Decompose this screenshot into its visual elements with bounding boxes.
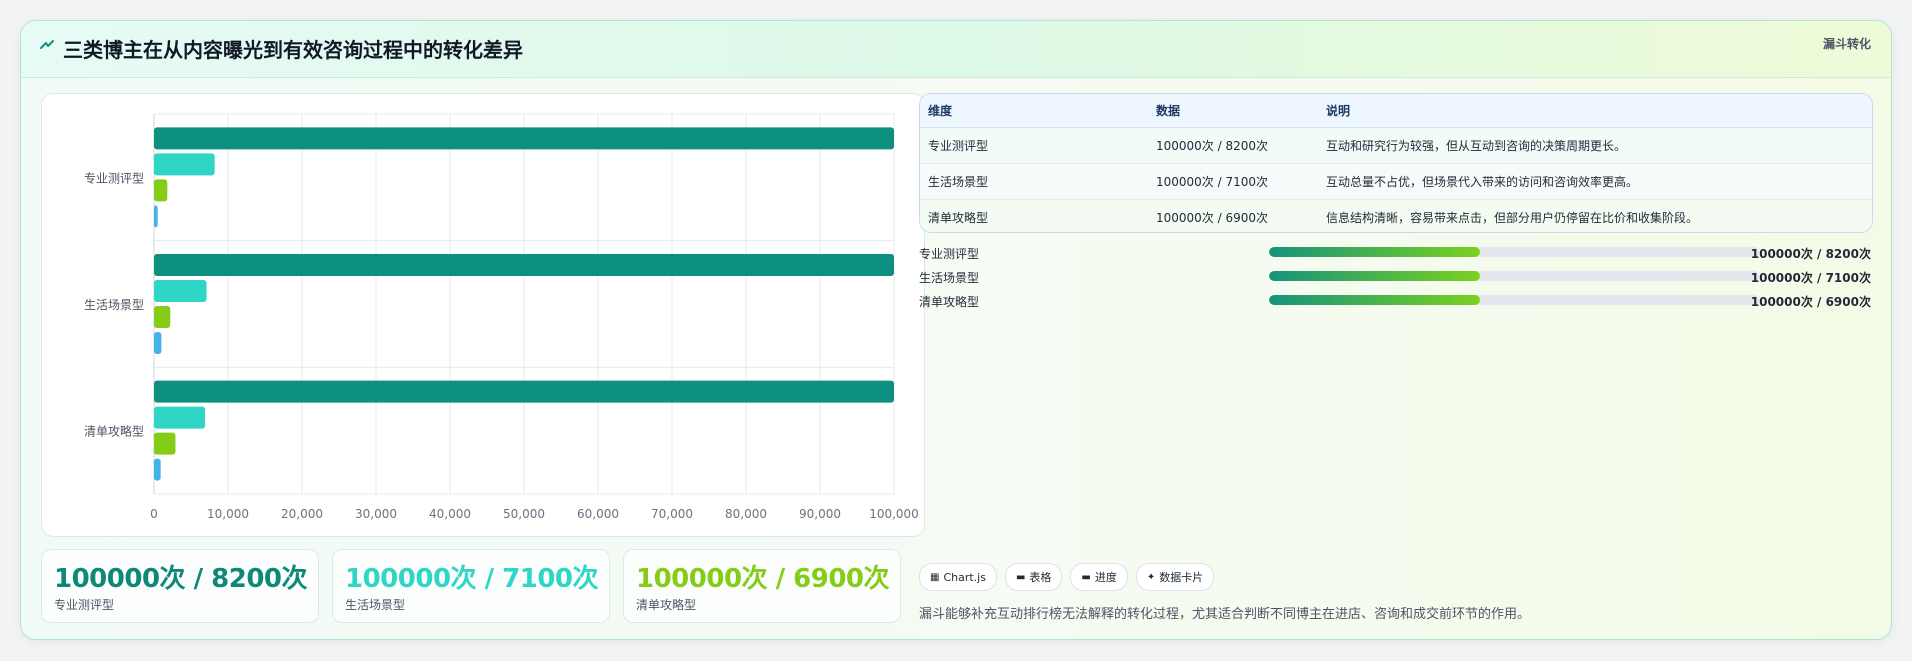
- main-card: 三类博主在从内容曝光到有效咨询过程中的转化差异 漏斗转化 0 10,000 20,0…: [20, 20, 1892, 640]
- table-row: 清单攻略型 100000次 / 6900次 信息结构清晰，容易带来点击，但部分用…: [920, 199, 1872, 232]
- table-cell: 生活场景型: [920, 163, 1148, 200]
- progress-value: 100000次 / 6900次: [1750, 295, 1871, 309]
- table-header-row: 维度 数据 说明: [920, 94, 1872, 128]
- x-tick-label: 80,000: [725, 507, 767, 521]
- x-tick-label: 90,000: [799, 507, 841, 521]
- stat-label: 生活场景型: [345, 598, 406, 612]
- table-cell: 清单攻略型: [920, 199, 1148, 232]
- y-tick-label: 清单攻略型: [84, 424, 144, 439]
- stat-label: 清单攻略型: [636, 598, 697, 612]
- progress-icon: ▬: [1081, 571, 1091, 583]
- bar: [154, 306, 171, 328]
- table-cell: 互动总量不占优，但场景代入带来的访问和咨询效率更高。: [1318, 163, 1872, 200]
- stat-label: 专业测评型: [54, 598, 115, 612]
- x-tick-label: 0: [150, 507, 158, 521]
- stat-value: 100000次 / 7100次: [345, 564, 599, 594]
- table-cell: 专业测评型: [920, 127, 1148, 164]
- tag-table[interactable]: ▬ 表格: [1004, 563, 1063, 591]
- table-cell: 100000次 / 8200次: [1148, 127, 1318, 164]
- progress-fill: [1269, 247, 1480, 257]
- y-tick-label: 专业测评型: [84, 170, 144, 185]
- data-table: 维度 数据 说明 专业测评型 100000次 / 8200次 互动和研究行为较强…: [919, 93, 1873, 233]
- page-title: 三类博主在从内容曝光到有效咨询过程中的转化差异: [63, 38, 523, 62]
- x-tick-label: 70,000: [651, 507, 693, 521]
- tag-chartjs[interactable]: ▦ Chart.js: [919, 563, 997, 591]
- chart-icon: ▦: [930, 571, 940, 583]
- funnel-line-icon: [40, 40, 54, 49]
- progress-value: 100000次 / 7100次: [1750, 271, 1871, 285]
- bar: [154, 205, 158, 228]
- progress-row: 生活场景型 100000次 / 7100次: [919, 267, 1871, 287]
- table-header-cell: 说明: [1318, 94, 1872, 128]
- progress-track: [1269, 271, 1759, 281]
- progress-fill: [1269, 271, 1480, 281]
- x-tick-label: 100,000: [869, 507, 919, 521]
- tag-label: 数据卡片: [1159, 571, 1204, 584]
- bar: [154, 179, 168, 202]
- tag-label: 表格: [1029, 571, 1052, 584]
- bar: [154, 458, 161, 481]
- progress-fill: [1269, 295, 1480, 305]
- tag-label: 进度: [1094, 571, 1117, 584]
- tag-progress[interactable]: ▬ 进度: [1070, 563, 1128, 591]
- table-header-cell: 数据: [1148, 94, 1318, 128]
- feature-tags: ▦ Chart.js ▬ 表格 ▬ 进度 ✦ 数据卡片: [919, 563, 1215, 591]
- summary-note: 漏斗能够补充互动排行榜无法解释的转化过程，尤其适合判断不同博主在进店、咨询和成交…: [919, 607, 1531, 622]
- progress-value: 100000次 / 8200次: [1750, 247, 1871, 261]
- table-cell: 100000次 / 7100次: [1148, 163, 1318, 200]
- progress-row: 清单攻略型 100000次 / 6900次: [919, 291, 1871, 311]
- x-tick-label: 50,000: [503, 507, 545, 521]
- bar-chart: 0 10,000 20,000 30,000 40,000 50,000 60,000 70,…: [84, 113, 919, 521]
- card-header: 三类博主在从内容曝光到有效咨询过程中的转化差异 漏斗转化: [21, 21, 1891, 78]
- progress-track: [1269, 295, 1759, 305]
- table-row: 生活场景型 100000次 / 7100次 互动总量不占优，但场景代入带来的访问…: [920, 163, 1872, 200]
- bar: [154, 127, 894, 150]
- table-icon: ▬: [1015, 571, 1026, 583]
- table-cell: 100000次 / 6900次: [1148, 199, 1318, 232]
- tag-data-card[interactable]: ✦ 数据卡片: [1135, 563, 1215, 591]
- x-tick-label: 10,000: [207, 507, 249, 521]
- stat-card-3: 100000次 / 6900次 清单攻略型: [623, 549, 901, 623]
- x-tick-label: 40,000: [429, 507, 471, 521]
- bar: [154, 280, 207, 302]
- progress-label: 清单攻略型: [919, 295, 980, 309]
- stat-value: 100000次 / 8200次: [54, 564, 308, 594]
- progress-track: [1269, 247, 1759, 257]
- sparkle-icon: ✦: [1146, 571, 1156, 583]
- x-tick-label: 30,000: [355, 507, 397, 521]
- progress-label: 生活场景型: [919, 271, 980, 285]
- stat-card-1: 100000次 / 8200次 专业测评型: [41, 549, 319, 623]
- bar: [154, 254, 894, 276]
- header-tag: 漏斗转化: [1822, 37, 1871, 51]
- bar: [154, 380, 894, 403]
- table-header-cell: 维度: [920, 94, 1148, 128]
- table-row: 专业测评型 100000次 / 8200次 互动和研究行为较强，但从互动到咨询的…: [920, 127, 1872, 164]
- chart-panel: 0 10,000 20,000 30,000 40,000 50,000 60,000 70,…: [41, 93, 925, 537]
- progress-label: 专业测评型: [919, 247, 980, 261]
- progress-row: 专业测评型 100000次 / 8200次: [919, 243, 1871, 263]
- stat-card-2: 100000次 / 7100次 生活场景型: [332, 549, 610, 623]
- bar: [154, 332, 162, 354]
- tag-label: Chart.js: [943, 570, 986, 584]
- bar: [154, 153, 215, 176]
- bar: [154, 406, 206, 429]
- x-tick-label: 20,000: [281, 507, 323, 521]
- table-cell: 互动和研究行为较强，但从互动到咨询的决策周期更长。: [1318, 127, 1872, 164]
- bar: [154, 432, 176, 455]
- stat-value: 100000次 / 6900次: [636, 564, 890, 594]
- table-cell: 信息结构清晰，容易带来点击，但部分用户仍停留在比价和收集阶段。: [1318, 199, 1872, 232]
- y-tick-label: 生活场景型: [84, 298, 144, 312]
- x-tick-label: 60,000: [577, 507, 619, 521]
